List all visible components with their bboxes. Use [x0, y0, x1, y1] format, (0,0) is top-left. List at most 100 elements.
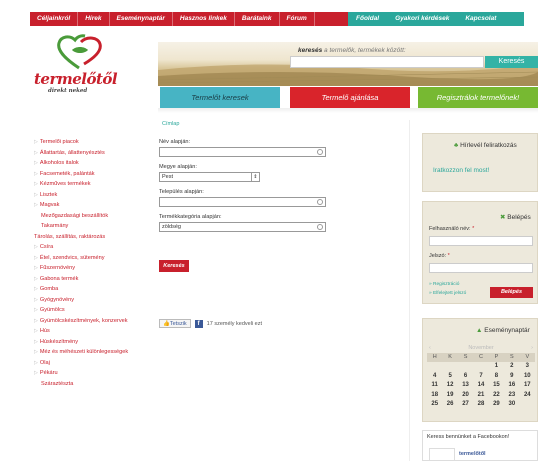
calendar-day[interactable]: 10: [520, 372, 535, 382]
sidebar-item[interactable]: ▷ Magvak: [34, 200, 152, 211]
sidebar-item[interactable]: ▷ Alkoholos italok: [34, 158, 152, 169]
register-producer-button[interactable]: Regisztrálok termelőnek!: [418, 87, 538, 108]
calendar-day[interactable]: 17: [520, 381, 535, 391]
calendar-day[interactable]: 12: [442, 381, 457, 391]
calendar-day[interactable]: 30: [504, 400, 519, 410]
facebook-page-name[interactable]: termelőtől: [459, 451, 486, 457]
bullet-arrow-icon: ▷: [34, 244, 38, 250]
forgot-password-link[interactable]: » Elfelejtett jelszó: [429, 291, 466, 296]
form-search-button[interactable]: Keresés: [159, 260, 189, 272]
sidebar-item[interactable]: ▷ Gyümölcs: [34, 305, 152, 316]
prev-month-icon[interactable]: ‹: [429, 345, 431, 351]
like-button[interactable]: 👍Tetszik: [159, 319, 191, 328]
sidebar-item[interactable]: ▷ Állattartás, állattenyésztés: [34, 148, 134, 159]
sidebar-item[interactable]: ▷ Gyógynövény: [34, 295, 152, 306]
password-input[interactable]: [429, 263, 533, 273]
calendar-day[interactable]: 19: [442, 391, 457, 401]
calendar-day[interactable]: 25: [427, 400, 442, 410]
calendar-day[interactable]: 23: [504, 391, 519, 401]
sidebar-item[interactable]: ▷ Fűszernövény: [34, 263, 152, 274]
calendar-day[interactable]: 5: [442, 372, 457, 382]
sidebar-item[interactable]: ▷ Étel, szendvics, sütemény: [34, 253, 152, 264]
sidebar-item[interactable]: Takarmány: [34, 221, 152, 232]
calendar-day[interactable]: 18: [427, 391, 442, 401]
nav-item[interactable]: Fórum: [280, 12, 315, 26]
sidebar-item[interactable]: ▷ Gabona termék: [34, 274, 152, 285]
next-month-icon[interactable]: ›: [531, 345, 533, 351]
sidebar-item-label: Kézműves termékek: [39, 181, 91, 187]
subscribe-link[interactable]: Iratkozzon fel most!: [433, 167, 489, 174]
calendar-day[interactable]: 16: [504, 381, 519, 391]
nav-item[interactable]: Gyakori kérdések: [387, 12, 457, 26]
clear-icon[interactable]: [317, 224, 323, 230]
heart-leaf-logo-icon: [57, 34, 102, 70]
sidebar-item[interactable]: ▷ Lisztek: [34, 190, 152, 201]
calendar-day[interactable]: 8: [489, 372, 504, 382]
calendar-day[interactable]: 21: [473, 391, 488, 401]
sidebar-item[interactable]: Száraztészta: [34, 379, 152, 390]
calendar-day[interactable]: 14: [473, 381, 488, 391]
facebook-page-logo[interactable]: [429, 448, 455, 461]
calendar-day[interactable]: 11: [427, 381, 442, 391]
username-input[interactable]: [429, 236, 533, 246]
register-link[interactable]: » Regisztráció: [429, 282, 459, 287]
sidebar-item[interactable]: ▷ Gomba: [34, 284, 152, 295]
sidebar-item[interactable]: ▷ Méz és méhészeti különlegességek: [34, 347, 134, 358]
calendar-day[interactable]: 29: [489, 400, 504, 410]
bullet-arrow-icon: ▷: [34, 359, 38, 366]
category-input[interactable]: zöldség: [159, 222, 326, 232]
town-input[interactable]: [159, 197, 326, 207]
like-count-text: 17 személy kedveli ezt: [206, 320, 263, 327]
calendar-day[interactable]: 15: [489, 381, 504, 391]
search-form: Név alapján: Megye alapján: Pest ⇕ Telepü…: [159, 139, 326, 239]
calendar-day[interactable]: 6: [458, 372, 473, 382]
breadcrumb[interactable]: Címlap: [162, 121, 179, 127]
calendar-day[interactable]: 3: [520, 362, 535, 372]
calendar-day[interactable]: 24: [520, 391, 535, 401]
sidebar-item[interactable]: Mezőgazdasági beszállítók: [34, 211, 152, 222]
sidebar-item[interactable]: ▷ Gyümölcskészítmények, konzervek: [34, 316, 134, 327]
calendar-day[interactable]: 20: [458, 391, 473, 401]
sidebar-item[interactable]: ▷ Pékáru: [34, 368, 152, 379]
sidebar-item[interactable]: Tárolás, szállítás, raktározás: [34, 232, 134, 243]
search-button[interactable]: Keresés: [485, 56, 538, 68]
calendar-day[interactable]: 7: [473, 372, 488, 382]
calendar-day[interactable]: 9: [504, 372, 519, 382]
sidebar-item[interactable]: ▷ Facsemeték, palánták: [34, 169, 152, 180]
nav-item[interactable]: Céljainkról: [30, 12, 79, 26]
sidebar-item[interactable]: ▷ Olaj: [34, 358, 152, 369]
clear-icon[interactable]: [317, 199, 323, 205]
nav-item[interactable]: Barátaink: [235, 12, 280, 26]
calendar-day[interactable]: 27: [458, 400, 473, 410]
site-logo[interactable]: termelőtől direkt neked: [34, 34, 124, 94]
search-input[interactable]: [290, 56, 484, 68]
sidebar-item[interactable]: ▷ Csíra: [34, 242, 152, 253]
bullet-arrow-icon: ▷: [34, 317, 38, 324]
calendar-day[interactable]: 13: [458, 381, 473, 391]
nav-item[interactable]: Hasznos linkek: [173, 12, 235, 26]
sidebar-item[interactable]: ▷ Húskészítmény: [34, 337, 152, 348]
recommend-producer-button[interactable]: Termelő ajánlása: [290, 87, 410, 108]
calendar-day[interactable]: 4: [427, 372, 442, 382]
clear-icon[interactable]: [317, 149, 323, 155]
nav-item[interactable]: Főoldal: [348, 12, 387, 26]
county-label: Megye alapján:: [159, 164, 197, 170]
login-button[interactable]: Belépés: [490, 287, 533, 298]
nav-item[interactable]: Eseménynaptár: [110, 12, 173, 26]
calendar-day[interactable]: 2: [504, 362, 519, 372]
nav-item[interactable]: Kapcsolat: [457, 12, 504, 26]
find-producer-button[interactable]: Termelőt keresek: [160, 87, 280, 108]
password-label: Jelszó: *: [429, 253, 450, 259]
calendar-day[interactable]: 28: [473, 400, 488, 410]
town-label: Település alapján:: [159, 189, 204, 195]
calendar-day[interactable]: 22: [489, 391, 504, 401]
county-select[interactable]: Pest ⇕: [159, 172, 260, 182]
name-input[interactable]: [159, 147, 326, 157]
sidebar-item[interactable]: ▷ Termelői piacok: [34, 137, 152, 148]
nav-item[interactable]: Hírek: [78, 12, 110, 26]
calendar-day[interactable]: 1: [489, 362, 504, 372]
sidebar-item[interactable]: ▷ Kézműves termékek: [34, 179, 152, 190]
bullet-arrow-icon: ▷: [34, 307, 38, 313]
calendar-day[interactable]: 26: [442, 400, 457, 410]
sidebar-item[interactable]: ▷ Hús: [34, 326, 152, 337]
